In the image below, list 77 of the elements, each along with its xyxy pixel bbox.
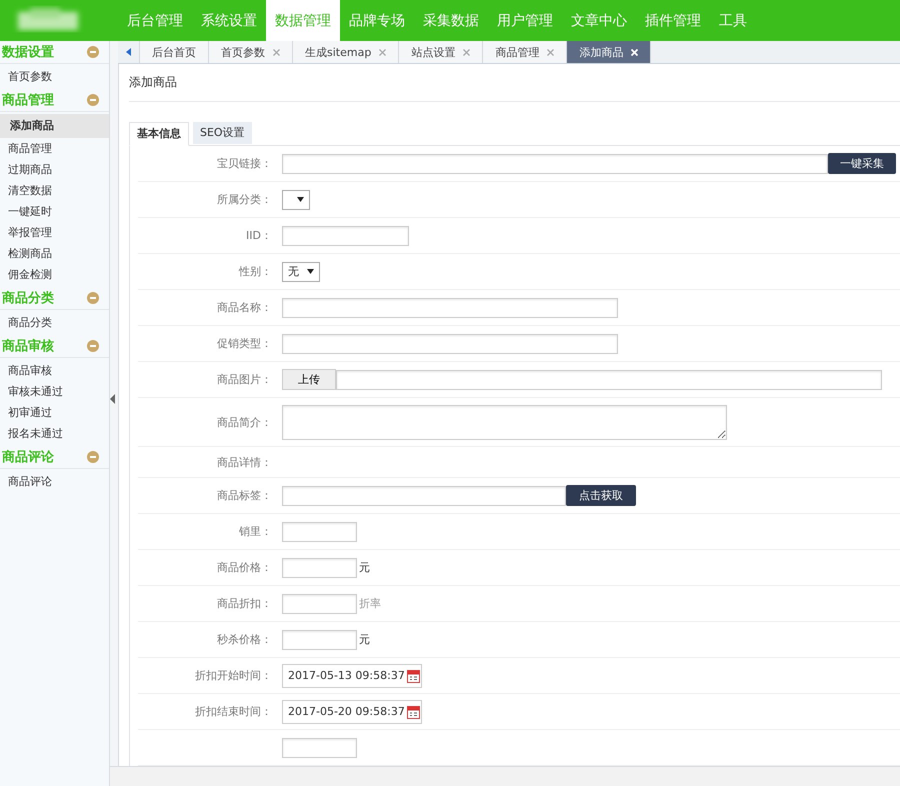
sidebar-item[interactable]: 举报管理	[0, 222, 109, 243]
input-field[interactable]	[282, 738, 357, 758]
calendar-icon[interactable]	[406, 704, 420, 718]
input-field[interactable]	[282, 558, 357, 578]
input-field[interactable]	[282, 630, 357, 650]
field-label: 商品折扣：	[217, 597, 272, 610]
calendar-icon[interactable]	[406, 668, 420, 682]
page-tab[interactable]: 商品管理	[483, 41, 568, 63]
collapse-icon[interactable]	[87, 46, 99, 58]
unit-label: 折率	[359, 596, 381, 611]
field-label: 商品简介：	[217, 416, 272, 428]
input-field[interactable]	[282, 226, 409, 246]
input-field[interactable]	[282, 298, 618, 318]
dropdown-arrow-icon[interactable]	[307, 269, 314, 274]
field-label: 折扣结束时间：	[195, 705, 272, 718]
collapse-icon[interactable]	[87, 292, 99, 304]
sidebar-item[interactable]: 初审通过	[0, 402, 109, 423]
page-tab[interactable]: 添加商品	[567, 41, 652, 63]
field-label: 销里：	[239, 525, 272, 538]
input-field[interactable]	[282, 334, 618, 354]
select-field[interactable]	[282, 190, 310, 210]
sidebar-item[interactable]: 首页参数	[0, 66, 109, 87]
sidebar-item[interactable]: 报名未通过	[0, 423, 109, 444]
field-label: 商品名称：	[217, 301, 272, 314]
field-label: 商品标签：	[217, 489, 272, 502]
unit-label: 元	[359, 560, 370, 575]
group-title: 数据设置	[2, 44, 54, 61]
textarea-field[interactable]	[282, 404, 727, 440]
sidebar-item[interactable]: 商品管理	[0, 138, 109, 159]
field-label: 性别：	[239, 265, 272, 278]
collapse-icon[interactable]	[87, 451, 99, 463]
group-title: 商品审核	[2, 338, 54, 355]
select-field[interactable]: 无	[282, 262, 320, 282]
url-field[interactable]	[282, 154, 828, 174]
sidebar-item[interactable]: 添加商品	[0, 114, 109, 138]
field-label: 所属分类：	[217, 193, 272, 206]
sidebar-item[interactable]: 商品评论	[0, 471, 109, 492]
date-field[interactable]: 2017-05-20 09:58:37	[282, 700, 422, 724]
sidebar-item[interactable]: 商品审核	[0, 360, 109, 381]
collapse-icon[interactable]	[87, 94, 99, 106]
page-title: 添加商品	[129, 64, 900, 102]
sidebar-item[interactable]: 过期商品	[0, 159, 109, 180]
group-title: 商品评论	[2, 448, 54, 466]
unit-label: 元	[359, 632, 370, 647]
dropdown-arrow-icon[interactable]	[297, 197, 304, 202]
page-tab[interactable]: 生成sitemap	[293, 41, 400, 63]
field-label: 宝贝链接：	[217, 157, 272, 170]
sidebar-item[interactable]: 商品分类	[0, 312, 109, 333]
fetch-button[interactable]: 点击获取	[566, 485, 636, 506]
file-path-field[interactable]	[336, 370, 882, 390]
collapse-icon[interactable]	[87, 340, 99, 352]
input-field[interactable]	[282, 486, 566, 506]
collect-button[interactable]: 一键采集	[828, 153, 896, 174]
input-field[interactable]	[282, 522, 357, 542]
page-tab[interactable]: 站点设置	[399, 41, 484, 63]
sidebar-item[interactable]: 检测商品	[0, 243, 109, 264]
form-tab[interactable]: 基本信息	[129, 122, 189, 146]
form-tab[interactable]: SEO设置	[193, 122, 252, 144]
page-tab[interactable]: 首页参数	[209, 41, 293, 63]
group-title: 商品管理	[2, 92, 54, 109]
field-label: 商品图片：	[217, 373, 272, 386]
field-label: 促销类型：	[217, 337, 272, 350]
field-label: 秒杀价格：	[217, 633, 272, 646]
sidebar-item[interactable]: 一键延时	[0, 201, 109, 222]
field-label: 商品详情：	[217, 456, 272, 468]
group-title: 商品分类	[2, 290, 54, 307]
sidebar-item[interactable]: 清空数据	[0, 180, 109, 201]
field-label: IID：	[246, 229, 272, 242]
scroll-left-icon[interactable]	[126, 48, 131, 56]
field-label: 商品价格：	[217, 561, 272, 574]
input-field[interactable]	[282, 594, 357, 614]
page-tab[interactable]: 后台首页	[140, 41, 209, 63]
sidebar-item[interactable]: 审核未通过	[0, 381, 109, 402]
date-field[interactable]: 2017-05-13 09:58:37	[282, 664, 422, 688]
field-label: 折扣开始时间：	[195, 669, 272, 682]
upload-button[interactable]: 上传	[282, 369, 336, 390]
sidebar-item[interactable]: 佣金检测	[0, 264, 109, 285]
